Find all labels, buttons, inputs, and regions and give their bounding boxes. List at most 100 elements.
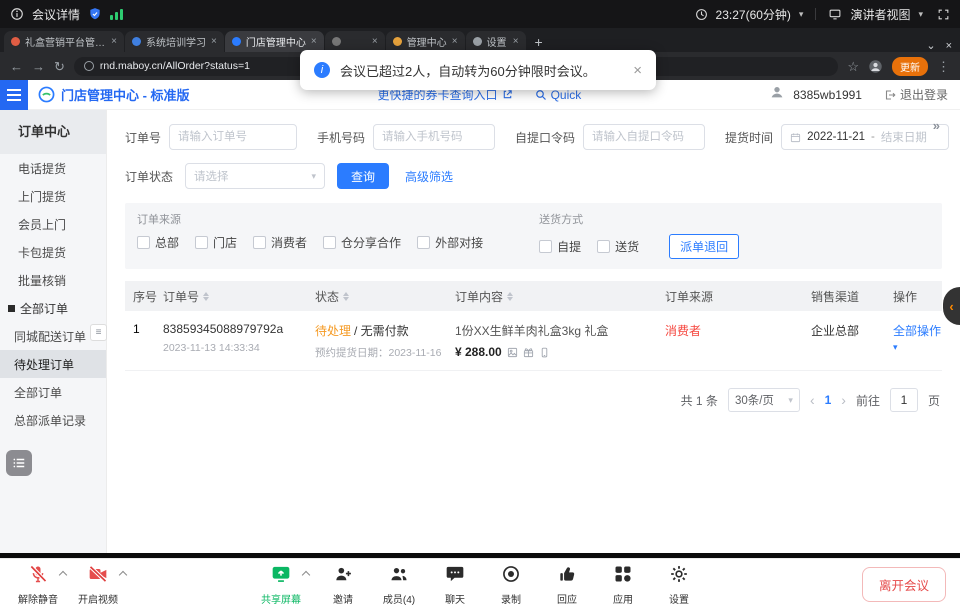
bookmark-star-icon[interactable]: ☆ bbox=[847, 60, 859, 73]
settings-button[interactable]: 设置 bbox=[655, 564, 703, 606]
browser-tab[interactable]: 管理中心× bbox=[386, 31, 465, 52]
checkbox[interactable] bbox=[597, 240, 610, 253]
dispatch-return-button[interactable]: 派单退回 bbox=[669, 234, 739, 259]
kebab-menu-icon[interactable]: ⋮ bbox=[937, 60, 950, 73]
filter-delivery-delivery[interactable]: 送货 bbox=[597, 238, 639, 255]
reaction-button[interactable]: 回应 bbox=[543, 564, 591, 606]
note-icon[interactable] bbox=[507, 347, 518, 358]
profile-icon[interactable] bbox=[868, 59, 883, 74]
view-mode[interactable]: 演讲者视图 bbox=[850, 6, 910, 23]
checkbox[interactable] bbox=[323, 236, 336, 249]
site-info-icon[interactable] bbox=[84, 61, 94, 71]
sidebar-item-hq-dispatch-log[interactable]: 总部派单记录 bbox=[0, 406, 106, 434]
sidebar-item-all-orders-group[interactable]: 全部订单 bbox=[0, 294, 106, 322]
order-status-select[interactable]: 请选择 ▾ bbox=[185, 163, 325, 189]
sidebar-item-pending-orders[interactable]: 待处理订单 bbox=[0, 350, 106, 378]
current-page[interactable]: 1 bbox=[825, 393, 832, 407]
collapse-panel-icon[interactable]: » bbox=[933, 118, 940, 133]
chevron-down-icon: ▾ bbox=[788, 395, 793, 406]
sidebar-item-phone-pickup[interactable]: 电话提货 bbox=[0, 154, 106, 182]
start-video-button[interactable]: 开启视频 bbox=[74, 564, 122, 606]
date-range-picker[interactable]: 2022-11-21 - 结束日期 bbox=[781, 124, 949, 150]
table-row[interactable]: 1 83859345088979792a 2023-11-13 14:33:34… bbox=[125, 311, 942, 371]
chevron-down-icon[interactable]: ▾ bbox=[918, 9, 923, 20]
share-screen-button[interactable]: 共享屏幕 bbox=[257, 564, 305, 606]
pickup-code-input[interactable] bbox=[583, 124, 705, 150]
prev-page-button[interactable]: ‹ bbox=[810, 392, 815, 408]
leave-meeting-button[interactable]: 离开会议 bbox=[862, 567, 946, 602]
browser-tab[interactable]: 设置× bbox=[466, 31, 526, 52]
invite-button[interactable]: 邀请 bbox=[319, 564, 367, 606]
logout-icon bbox=[884, 89, 896, 101]
checkbox[interactable] bbox=[137, 236, 150, 249]
forward-icon[interactable]: → bbox=[32, 60, 45, 73]
close-icon[interactable]: × bbox=[311, 36, 317, 47]
filter-source-hq[interactable]: 总部 bbox=[137, 234, 179, 251]
apps-icon bbox=[613, 564, 633, 589]
sort-icon[interactable] bbox=[203, 292, 209, 301]
close-icon[interactable]: × bbox=[452, 36, 458, 47]
order-source-value: 消费者 bbox=[665, 324, 701, 338]
hamburger-menu[interactable] bbox=[0, 80, 28, 110]
meeting-title[interactable]: 会议详情 bbox=[32, 6, 80, 23]
filter-delivery-selfpickup[interactable]: 自提 bbox=[539, 238, 581, 255]
refresh-icon[interactable]: ↻ bbox=[54, 60, 65, 73]
close-icon[interactable]: × bbox=[513, 36, 519, 47]
sidebar-item-member-visit[interactable]: 会员上门 bbox=[0, 210, 106, 238]
screen: 会议详情 23:27(60分钟) ▾ 演讲者视图 ▾ 礼盒营销平台管理中心× bbox=[0, 0, 960, 610]
info-icon[interactable] bbox=[10, 7, 24, 21]
back-icon[interactable]: ← bbox=[10, 60, 23, 73]
order-no-input[interactable] bbox=[169, 124, 297, 150]
browser-tab[interactable]: 礼盒营销平台管理中心× bbox=[4, 31, 124, 52]
toast-notification: i 会议已超过2人，自动转为60分钟限时会议。 × bbox=[300, 50, 656, 90]
new-tab-button[interactable]: + bbox=[527, 31, 551, 52]
update-button[interactable]: 更新 bbox=[892, 57, 928, 76]
sort-icon[interactable] bbox=[343, 292, 349, 301]
unmute-button[interactable]: 解除静音 bbox=[14, 564, 62, 606]
goto-page-input[interactable] bbox=[890, 388, 918, 412]
sidebar-collapse-button[interactable]: ≡ bbox=[90, 324, 107, 341]
floating-list-button[interactable] bbox=[6, 450, 32, 476]
browser-tab[interactable]: × bbox=[325, 31, 385, 52]
sidebar-item-card-pickup[interactable]: 卡包提货 bbox=[0, 238, 106, 266]
all-actions-dropdown[interactable]: 全部操作 ▾ bbox=[893, 324, 941, 353]
close-icon[interactable]: × bbox=[633, 62, 642, 79]
filter-source-external[interactable]: 外部对接 bbox=[417, 234, 483, 251]
page-size-select[interactable]: 30条/页 ▾ bbox=[728, 388, 800, 412]
shield-check-icon[interactable] bbox=[88, 7, 102, 21]
gift-icon[interactable] bbox=[523, 347, 534, 358]
fullscreen-icon[interactable] bbox=[937, 8, 950, 21]
filter-source-warehouse[interactable]: 仓分享合作 bbox=[323, 234, 401, 251]
username[interactable]: 8385wb1991 bbox=[793, 88, 862, 102]
record-button[interactable]: 录制 bbox=[487, 564, 535, 606]
signal-icon[interactable] bbox=[110, 8, 123, 20]
close-icon[interactable]: × bbox=[111, 36, 117, 47]
sidebar-item-batch-verify[interactable]: 批量核销 bbox=[0, 266, 106, 294]
window-close-icon[interactable]: × bbox=[946, 40, 952, 52]
checkbox[interactable] bbox=[417, 236, 430, 249]
chevron-down-icon[interactable]: ▾ bbox=[799, 9, 804, 20]
next-page-button[interactable]: › bbox=[841, 392, 846, 408]
sort-icon[interactable] bbox=[507, 292, 513, 301]
apps-button[interactable]: 应用 bbox=[599, 564, 647, 606]
filter-source-consumer[interactable]: 消费者 bbox=[253, 234, 307, 251]
close-icon[interactable]: × bbox=[372, 36, 378, 47]
phone-icon[interactable] bbox=[539, 347, 550, 358]
close-icon[interactable]: × bbox=[211, 36, 217, 47]
checkbox[interactable] bbox=[253, 236, 266, 249]
checkbox[interactable] bbox=[195, 236, 208, 249]
logout-button[interactable]: 退出登录 bbox=[884, 86, 948, 103]
url-text: rnd.maboy.cn/AllOrder?status=1 bbox=[100, 60, 250, 72]
chat-button[interactable]: 聊天 bbox=[431, 564, 479, 606]
browser-tab[interactable]: 系统培训学习× bbox=[125, 31, 224, 52]
tab-search-icon[interactable]: ⌄ bbox=[926, 39, 935, 52]
members-button[interactable]: 成员(4) bbox=[375, 564, 423, 606]
filter-source-store[interactable]: 门店 bbox=[195, 234, 237, 251]
advanced-filter-link[interactable]: 高级筛选 bbox=[405, 168, 453, 185]
browser-tab-active[interactable]: 门店管理中心× bbox=[225, 31, 324, 52]
search-button[interactable]: 查询 bbox=[337, 163, 389, 189]
sidebar-item-door-pickup[interactable]: 上门提货 bbox=[0, 182, 106, 210]
sidebar-item-all-orders[interactable]: 全部订单 bbox=[0, 378, 106, 406]
phone-input[interactable] bbox=[373, 124, 495, 150]
checkbox[interactable] bbox=[539, 240, 552, 253]
